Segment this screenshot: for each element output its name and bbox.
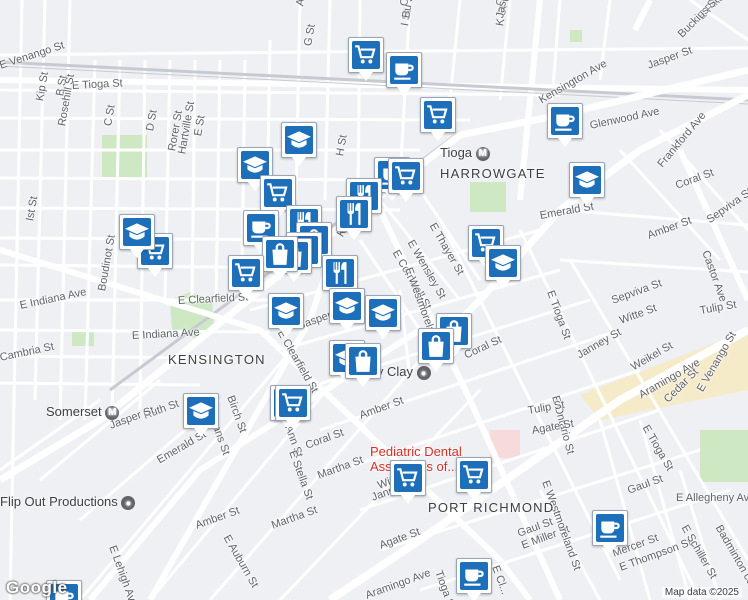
school-icon (123, 218, 151, 246)
school-icon (573, 166, 601, 194)
park-area (700, 430, 748, 482)
cafe-icon (551, 107, 579, 135)
map-marker-school[interactable] (329, 288, 365, 332)
map-marker-grocery[interactable] (228, 255, 264, 299)
place-label[interactable]: Flip Out Productions ● (0, 494, 136, 510)
transit-station-name: Tioga (440, 145, 476, 160)
map-marker-restaurant[interactable] (336, 196, 372, 240)
map-marker-restaurant[interactable] (322, 255, 358, 299)
map-marker-grocery[interactable] (420, 97, 456, 141)
map-marker-grocery[interactable] (388, 158, 424, 202)
school-icon (489, 249, 517, 277)
map-marker-school[interactable] (183, 393, 219, 437)
neighborhood-label: PORT RICHMOND (428, 500, 555, 515)
map-marker-school[interactable] (485, 245, 521, 289)
map-marker-cafe[interactable] (386, 52, 422, 96)
park-area (102, 135, 147, 180)
map-marker-cafe[interactable] (592, 510, 628, 554)
map-marker-cafe[interactable] (456, 558, 492, 600)
map-marker-grocery[interactable] (348, 37, 384, 81)
park-area (470, 182, 506, 212)
map-marker-grocery[interactable] (456, 457, 492, 501)
cafe-icon (460, 562, 488, 590)
restaurant-icon (326, 259, 354, 287)
shopping-icon (422, 332, 450, 360)
school-icon (333, 292, 361, 320)
school-icon (285, 126, 313, 154)
map-marker-shopping[interactable] (418, 328, 454, 372)
grocery-icon (264, 179, 292, 207)
place-icon: ● (121, 495, 136, 510)
map-marker-shopping[interactable] (262, 236, 298, 280)
school-icon (369, 299, 397, 327)
grocery-icon (424, 101, 452, 129)
map-marker-school[interactable] (119, 214, 155, 258)
map-marker-grocery[interactable] (275, 385, 311, 429)
map-marker-cafe[interactable] (547, 103, 583, 147)
school-icon (272, 297, 300, 325)
map-canvas[interactable]: E Venango St Kip St B St E Tioga St Rosehill… (0, 0, 748, 600)
cafe-icon (596, 514, 624, 542)
grocery-icon (394, 464, 422, 492)
grocery-icon (392, 162, 420, 190)
transit-station[interactable]: Somerset M (46, 404, 120, 420)
shopping-icon (349, 347, 377, 375)
map-marker-school[interactable] (365, 295, 401, 339)
shopping-icon (266, 240, 294, 268)
school-icon (187, 397, 215, 425)
metro-icon: M (475, 146, 490, 161)
map-marker-school[interactable] (569, 162, 605, 206)
map-marker-grocery[interactable] (390, 460, 426, 504)
transit-station[interactable]: Tioga M (440, 145, 490, 161)
place-name: Flip Out Productions (0, 494, 122, 509)
map-marker-shopping[interactable] (345, 343, 381, 387)
grocery-icon (352, 41, 380, 69)
neighborhood-label: HARROWGATE (440, 166, 546, 181)
cafe-icon (390, 56, 418, 84)
map-attribution: Map data ©2025 (661, 587, 742, 598)
grocery-icon (232, 259, 260, 287)
street-label: E Allegheny Ave (676, 492, 748, 504)
restaurant-icon (340, 200, 368, 228)
metro-icon: M (105, 405, 120, 420)
map-marker-school[interactable] (268, 293, 304, 337)
transit-station-name: Somerset (46, 404, 106, 419)
google-logo: Google (6, 578, 68, 597)
park-area (72, 330, 94, 346)
grocery-icon (460, 461, 488, 489)
map-marker-school[interactable] (281, 122, 317, 166)
park-area (570, 30, 582, 42)
neighborhood-label: KENSINGTON (168, 352, 266, 367)
grocery-icon (279, 389, 307, 417)
